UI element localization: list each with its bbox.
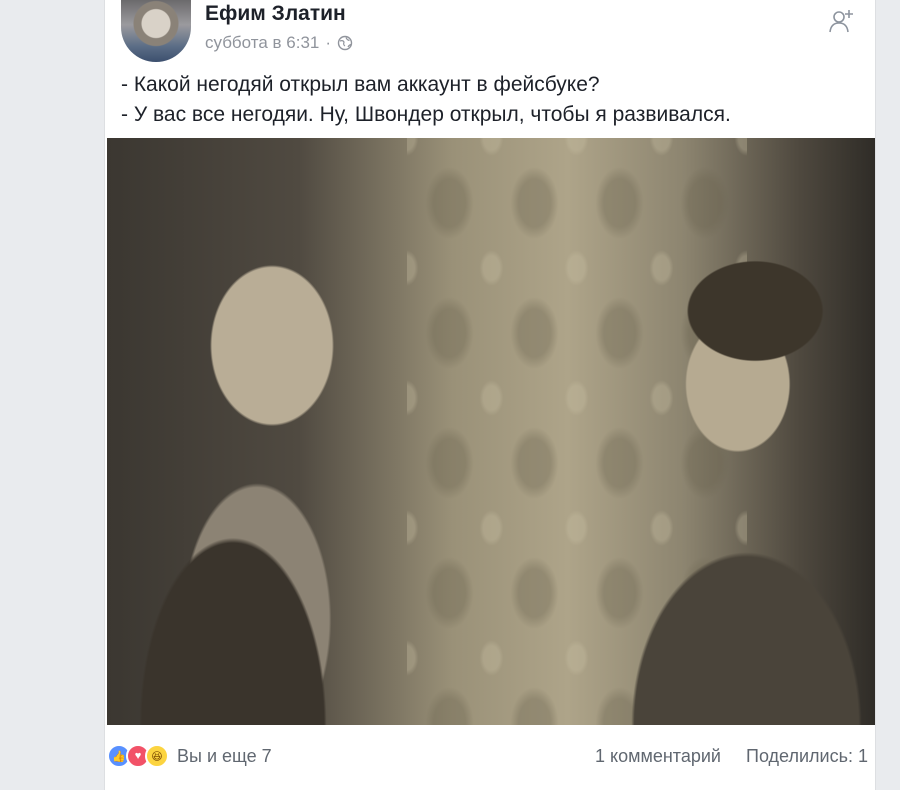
haha-icon: 😆	[145, 744, 169, 768]
meta-separator: ·	[325, 33, 332, 52]
post-meta: суббота в 6:31 ·	[205, 33, 353, 53]
post-card: Ефим Златин суббота в 6:31 · - Какой нег…	[104, 0, 876, 790]
post-text-line: - Какой негодяй открыл вам аккаунт в фей…	[121, 73, 600, 96]
likers-count[interactable]: Вы и еще 7	[177, 746, 272, 767]
author-avatar[interactable]	[121, 0, 191, 62]
photo-figure-left	[107, 198, 407, 725]
post-text-line: - У вас все негодяи. Ну, Швондер открыл,…	[121, 103, 731, 126]
globe-icon[interactable]	[337, 35, 353, 51]
add-friend-icon[interactable]	[829, 8, 855, 34]
post-footer: 👍 ♥ 😆 Вы и еще 7 1 комментарий Поделилис…	[105, 738, 875, 772]
post-text: - Какой негодяй открыл вам аккаунт в фей…	[121, 70, 731, 130]
shares-count[interactable]: Поделились: 1	[746, 746, 868, 767]
author-name[interactable]: Ефим Златин	[205, 2, 346, 26]
post-timestamp[interactable]: суббота в 6:31	[205, 33, 319, 53]
photo-figure-right	[587, 238, 875, 725]
post-photo[interactable]	[107, 138, 875, 725]
reaction-icons[interactable]: 👍 ♥ 😆	[107, 744, 169, 768]
comments-count[interactable]: 1 комментарий	[595, 746, 721, 767]
